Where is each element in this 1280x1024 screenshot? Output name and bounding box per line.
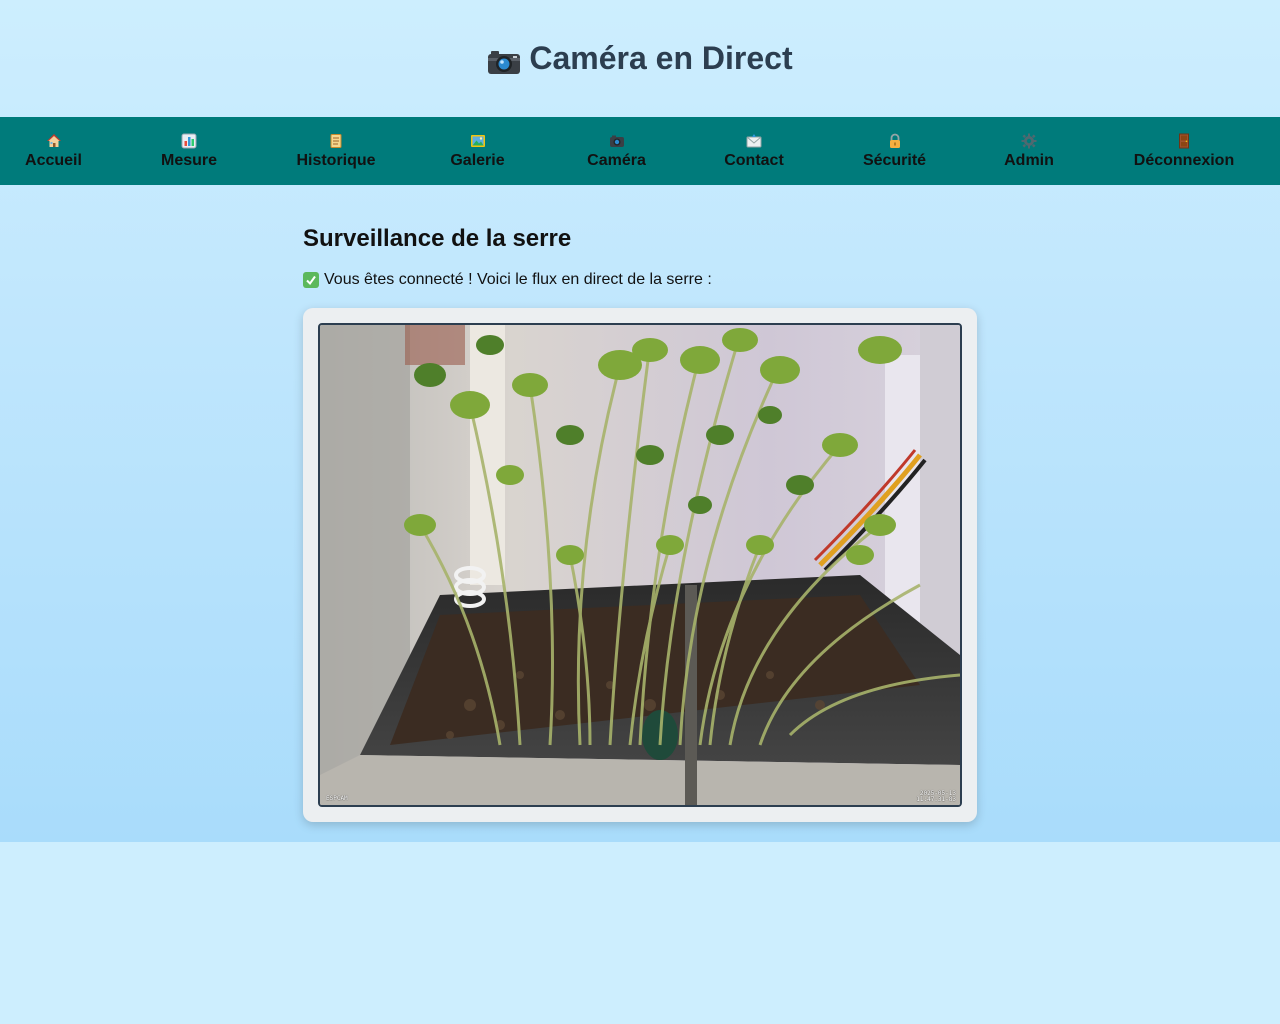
page-title-text: Caméra en Direct <box>529 40 793 76</box>
scroll-icon <box>328 133 344 149</box>
nav-label: Sécurité <box>862 151 927 169</box>
camera-icon <box>609 133 625 149</box>
page-header: Caméra en Direct <box>0 0 1280 117</box>
live-video-stream[interactable]: ESPCAM 2025-05-13 11:47:31-83 <box>318 323 962 807</box>
nav-label: Historique <box>296 151 376 169</box>
page-title: Caméra en Direct <box>487 40 793 77</box>
main-nav: Accueil Mesure Historique Galerie Caméra… <box>0 117 1280 185</box>
camera-icon <box>487 46 521 74</box>
nav-label: Contact <box>724 151 784 169</box>
lock-icon <box>887 133 903 149</box>
stream-timestamp: 2025-05-13 11:47:31-83 <box>916 791 956 803</box>
nav-item-mesure[interactable]: Mesure <box>161 117 217 185</box>
nav-label: Admin <box>1004 151 1054 169</box>
main-content: Surveillance de la serre Vous êtes conne… <box>303 185 977 822</box>
status-text: Vous êtes connecté ! Voici le flux en di… <box>324 271 712 288</box>
greenhouse-camera-image <box>320 325 960 805</box>
nav-item-galerie[interactable]: Galerie <box>450 117 505 185</box>
nav-item-accueil[interactable]: Accueil <box>25 117 82 185</box>
nav-label: Déconnexion <box>1133 151 1235 169</box>
section-heading: Surveillance de la serre <box>303 225 572 252</box>
nav-label: Accueil <box>25 151 82 169</box>
nav-item-historique[interactable]: Historique <box>296 117 376 185</box>
house-icon <box>46 133 62 149</box>
gear-icon <box>1021 133 1037 149</box>
nav-label: Galerie <box>450 151 505 169</box>
stream-watermark: ESPCAM <box>326 795 348 802</box>
door-icon <box>1176 133 1192 149</box>
check-mark-icon <box>303 272 319 288</box>
page-background-lower <box>0 842 1280 1024</box>
video-card: ESPCAM 2025-05-13 11:47:31-83 <box>303 308 977 822</box>
nav-label: Mesure <box>160 151 218 169</box>
nav-item-admin[interactable]: Admin <box>1004 117 1054 185</box>
nav-item-camera[interactable]: Caméra <box>587 117 646 185</box>
nav-item-securite[interactable]: Sécurité <box>863 117 926 185</box>
picture-icon <box>470 133 486 149</box>
status-message: Vous êtes connecté ! Voici le flux en di… <box>303 269 977 291</box>
nav-item-deconnexion[interactable]: Déconnexion <box>1134 117 1234 185</box>
nav-item-contact[interactable]: Contact <box>724 117 784 185</box>
bar-chart-icon <box>181 133 197 149</box>
envelope-icon <box>746 133 762 149</box>
stream-time: 11:47:31-83 <box>916 796 956 803</box>
nav-label: Caméra <box>587 151 646 169</box>
